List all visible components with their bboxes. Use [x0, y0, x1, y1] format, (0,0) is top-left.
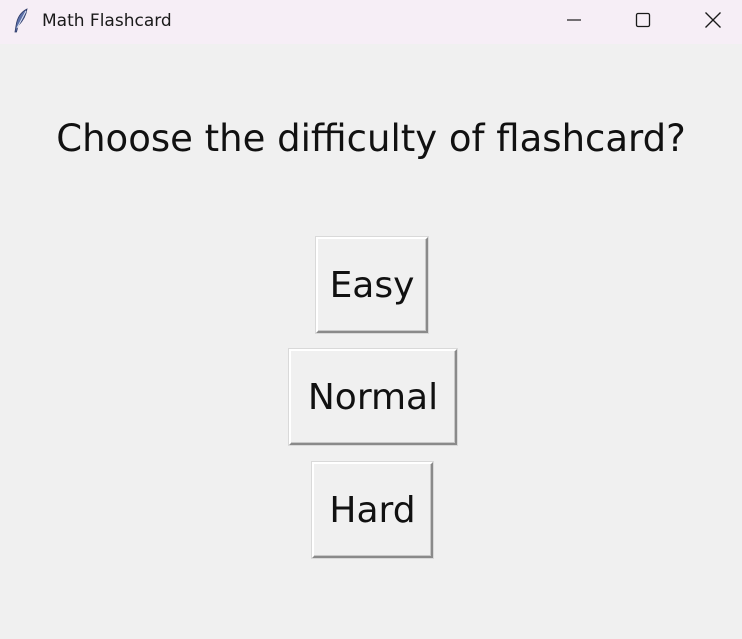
app-window: Math Flashcard Choose the difficulty of … — [0, 0, 742, 639]
title-bar[interactable]: Math Flashcard — [0, 0, 742, 44]
easy-button[interactable]: Easy — [316, 237, 428, 333]
maximize-icon — [635, 12, 651, 28]
difficulty-question: Choose the difficulty of flashcard? — [56, 117, 686, 160]
close-icon — [704, 11, 722, 29]
maximize-button[interactable] — [613, 0, 673, 40]
close-button[interactable] — [683, 0, 742, 40]
feather-icon — [12, 8, 30, 34]
window-title: Math Flashcard — [42, 11, 172, 31]
minimize-icon — [566, 12, 582, 28]
minimize-button[interactable] — [544, 0, 604, 40]
normal-button[interactable]: Normal — [289, 349, 457, 445]
hard-button[interactable]: Hard — [312, 462, 433, 558]
